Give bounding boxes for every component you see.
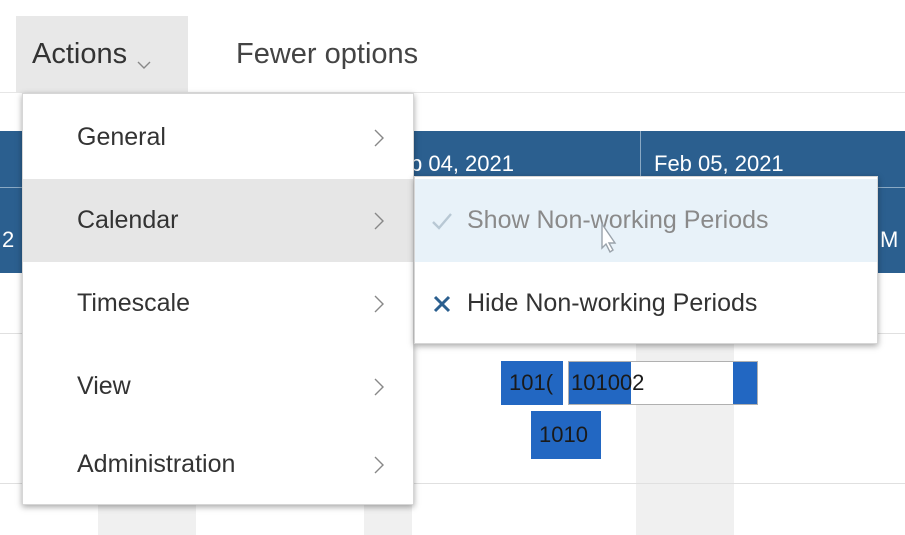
menu-item-label: Timescale bbox=[77, 289, 190, 317]
menu-item-label: General bbox=[77, 123, 166, 151]
mouse-pointer-icon bbox=[592, 221, 622, 271]
hide-non-working-periods-item[interactable]: Hide Non-working Periods bbox=[415, 262, 877, 345]
menu-item-label: View bbox=[77, 372, 131, 400]
menu-item-general[interactable]: General bbox=[23, 96, 413, 179]
chevron-right-icon bbox=[373, 179, 385, 262]
show-non-working-periods-item[interactable]: Show Non-working Periods bbox=[415, 179, 877, 262]
actions-dropdown-menu: General Calendar Timescale View Administ… bbox=[22, 93, 414, 505]
actions-button[interactable]: Actions bbox=[16, 16, 188, 92]
fewer-options-button[interactable]: Fewer options bbox=[236, 16, 418, 92]
checkmark-icon bbox=[429, 208, 455, 234]
menu-item-label: Calendar bbox=[77, 206, 179, 234]
menu-item-timescale[interactable]: Timescale bbox=[23, 262, 413, 345]
chevron-right-icon bbox=[373, 423, 385, 506]
actions-label: Actions bbox=[32, 37, 128, 70]
x-icon bbox=[429, 291, 455, 317]
menu-item-administration[interactable]: Administration bbox=[23, 423, 413, 506]
chevron-right-icon bbox=[373, 262, 385, 345]
menu-item-view[interactable]: View bbox=[23, 345, 413, 428]
action-bar: Actions Fewer options bbox=[0, 8, 905, 93]
submenu-item-label: Hide Non-working Periods bbox=[467, 289, 758, 317]
gantt-bar[interactable]: 1010 bbox=[531, 411, 601, 459]
gantt-date-1: b 04, 2021 bbox=[410, 151, 514, 176]
chevron-right-icon bbox=[373, 345, 385, 428]
gantt-date-2: Feb 05, 2021 bbox=[654, 151, 784, 176]
menu-item-calendar[interactable]: Calendar bbox=[23, 179, 413, 262]
gantt-edge-right: M bbox=[880, 227, 899, 252]
gantt-bar[interactable]: 101( bbox=[501, 361, 563, 405]
chevron-right-icon bbox=[373, 96, 385, 179]
chevron-down-icon bbox=[137, 47, 151, 69]
calendar-submenu: Show Non-working Periods Hide Non-workin… bbox=[414, 176, 878, 344]
menu-item-label: Administration bbox=[77, 450, 236, 478]
gantt-edge-left: 2 bbox=[2, 227, 15, 252]
gantt-bar[interactable]: 101002 bbox=[568, 361, 758, 405]
